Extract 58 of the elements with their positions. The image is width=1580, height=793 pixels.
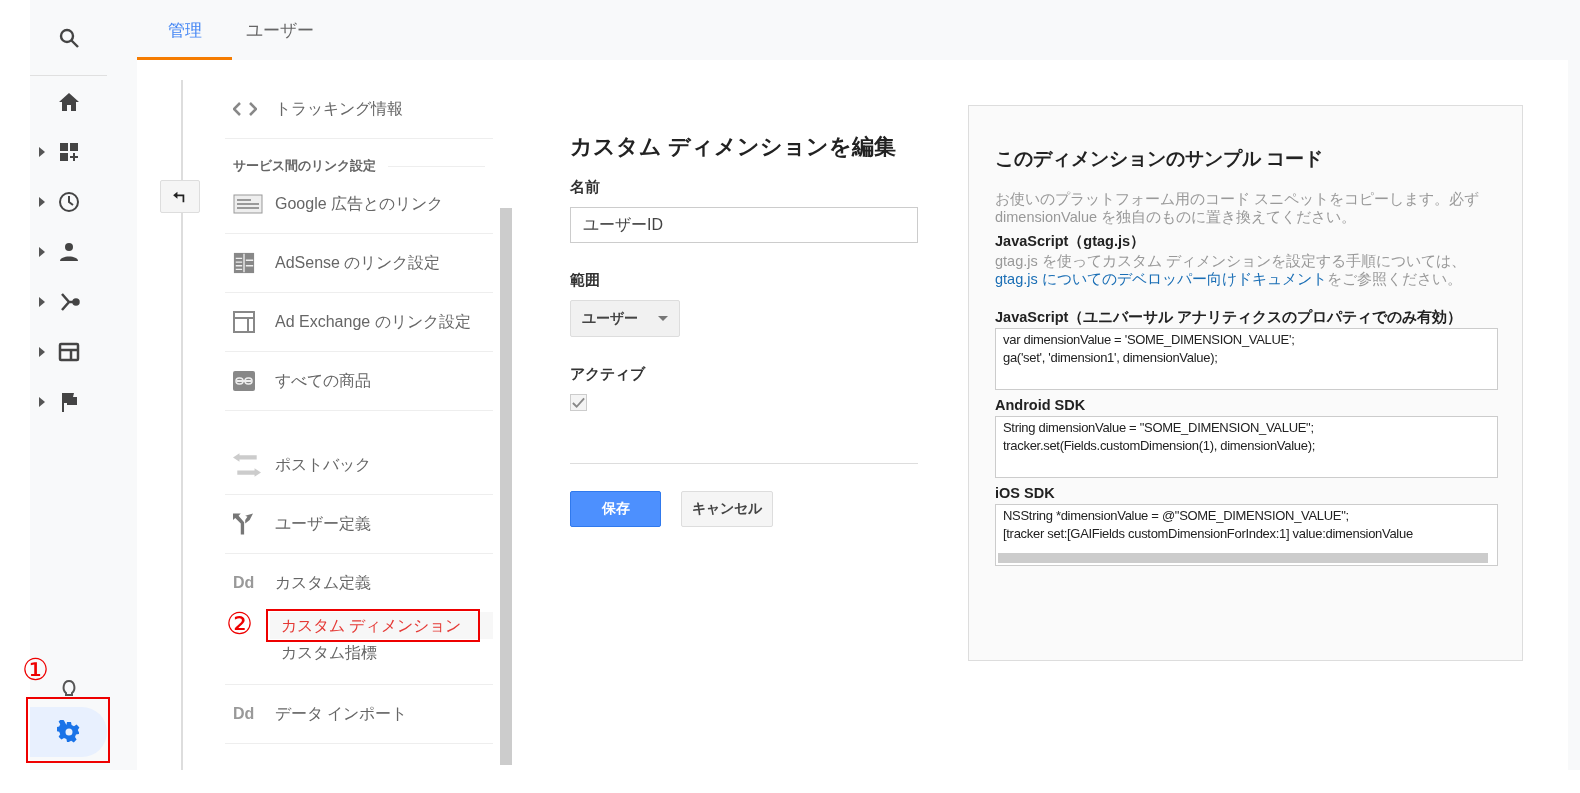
code-line: NSString *dimensionValue = @"SOME_DIMENSION_VALUE"; (1003, 507, 1350, 525)
code-snippet-box[interactable]: var dimensionValue = 'SOME_DIMENSION_VALUE'; ga('set', 'dimension1', dimensionValue); (995, 328, 1498, 390)
nav-link[interactable]: Google 広告とのリンク (275, 193, 444, 215)
columns-icon (233, 252, 255, 274)
code-line: tracker.set(Fields.customDimension(1), dimensionValue); (1003, 437, 1316, 455)
field-label: 名前 (570, 178, 601, 197)
panel-title: このディメンションのサンプル コード (995, 147, 1325, 171)
code-heading: JavaScript（ユニバーサル アナリティクスのプロパティでのみ有効） (995, 308, 1464, 326)
nav-link[interactable]: ユーザー定義 (275, 513, 371, 535)
ad-banner-icon (233, 194, 263, 214)
code-heading: Android SDK (995, 396, 1087, 414)
code-line: String dimensionValue = "SOME_DIMENSION_VALUE"; (1003, 419, 1315, 437)
code-snippet-box[interactable]: String dimensionValue = "SOME_DIMENSION_VALUE"; tracker.set(Fields.customDimension(1), dimensionValue); (995, 416, 1498, 478)
back-button[interactable] (160, 180, 200, 213)
expand-caret-icon[interactable] (39, 197, 45, 207)
field-label: 範囲 (570, 271, 601, 290)
expand-caret-icon[interactable] (39, 147, 45, 157)
dd-icon-label: Dd (233, 574, 255, 592)
fork-icon (233, 513, 253, 535)
intro-text: お使いのプラットフォーム用のコード スニペットをコピーします。必ず dimensionValue を独自のものに置き換えてください。 (995, 190, 1481, 226)
code-line: [tracker set:[GAIFields customDimensionForIndex:1] value:dimensionValue (1003, 525, 1414, 543)
code-heading: JavaScript（gtag.js） (995, 232, 1147, 250)
nav-link[interactable]: AdSense のリンク設定 (275, 252, 441, 274)
chain-link-icon (233, 371, 255, 391)
expand-caret-icon[interactable] (39, 347, 45, 357)
nav-link[interactable]: すべての商品 (275, 370, 371, 392)
expand-caret-icon[interactable] (39, 397, 45, 407)
expand-caret-icon[interactable] (39, 297, 45, 307)
clock-icon[interactable] (56, 190, 81, 214)
layout-icon[interactable] (56, 340, 81, 364)
window-icon (233, 311, 255, 333)
code-brackets-icon (233, 102, 257, 116)
callout-number: ② (226, 609, 253, 639)
selected-rail-item[interactable] (30, 707, 107, 757)
settings-icon[interactable] (56, 720, 81, 744)
code-heading: iOS SDK (995, 484, 1056, 502)
tab[interactable]: ユーザー (232, 0, 327, 60)
code-line: var dimensionValue = 'SOME_DIMENSION_VALUE'; (1003, 331, 1296, 349)
gtag-instructions-text: gtag.js を使ってカスタム ディメンションを設定する手順については、 gtag.js についてのデベロッパー向けドキュメント をご参照ください。 (995, 252, 1467, 288)
nav-link[interactable]: データ インポート (275, 703, 408, 725)
nav-sub-item[interactable]: カスタム指標 (275, 639, 493, 666)
nav-link[interactable]: カスタム定義 (275, 572, 371, 594)
dd-icon-label: Dd (233, 705, 255, 723)
section-heading: サービス間のリンク設定 (233, 157, 376, 175)
nav-link[interactable]: Ad Exchange のリンク設定 (275, 311, 471, 333)
horizontal-scrollbar[interactable] (998, 553, 1488, 563)
form-title: カスタム ディメンションを編集 (570, 133, 898, 161)
dropdown-caret-icon (658, 316, 668, 321)
arrows-icon (233, 453, 261, 477)
scrollbar[interactable] (500, 208, 512, 765)
callout-number: ① (22, 655, 49, 685)
field-label: アクティブ (570, 365, 647, 384)
documentation-link[interactable]: gtag.js についてのデベロッパー向けドキュメント (995, 271, 1327, 287)
nav-link[interactable]: トラッキング情報 (275, 98, 403, 120)
code-line: ga('set', 'dimension1', dimensionValue); (1003, 349, 1219, 367)
expand-caret-icon[interactable] (39, 247, 45, 257)
code-snippet-box[interactable]: NSString *dimensionValue = @"SOME_DIMENSION_VALUE"; [tracker set:[GAIFields customDimensionForIndex:1] value:dimensionValue (995, 504, 1498, 566)
nav-link[interactable]: ポストバック (275, 454, 371, 476)
